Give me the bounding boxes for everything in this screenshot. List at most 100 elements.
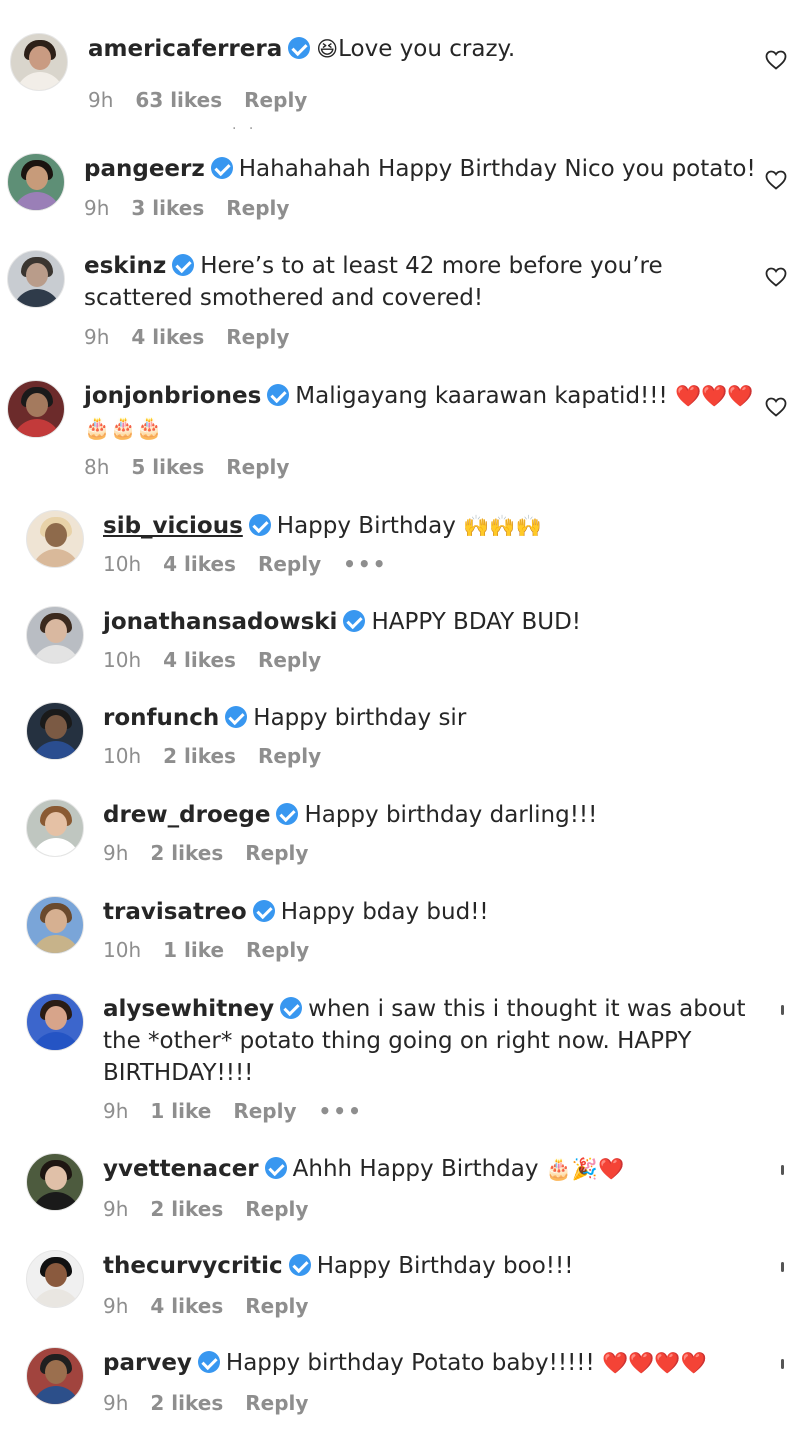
- comment-body: eskinz Here’s to at least 42 more before …: [84, 250, 754, 314]
- avatar[interactable]: [7, 250, 65, 308]
- reply-button[interactable]: Reply: [258, 552, 321, 576]
- verified-badge-icon: [172, 254, 195, 276]
- emoji: ❤️❤️❤️❤️: [602, 1351, 707, 1375]
- comment-body: travisatreo Happy bday bud!!: [103, 896, 773, 928]
- comment-body: pangeerz Hahahahah Happy Birthday Nico yo…: [84, 153, 764, 185]
- avatar[interactable]: [26, 1250, 84, 1308]
- verified-badge-icon: [210, 157, 233, 179]
- comment-meta: 9h 2 likes Reply: [103, 1391, 330, 1415]
- comment-text: Here’s to at least 42 more before you’re…: [84, 253, 663, 311]
- likes-count[interactable]: 1 like: [150, 1099, 211, 1123]
- likes-count[interactable]: 63 likes: [135, 88, 222, 112]
- likes-count[interactable]: 4 likes: [163, 648, 236, 672]
- likes-count[interactable]: 1 like: [163, 938, 224, 962]
- comment-body: jonathansadowski HAPPY BDAY BUD!: [103, 606, 773, 638]
- likes-count[interactable]: 2 likes: [150, 1391, 223, 1415]
- username-link[interactable]: jonathansadowski: [103, 609, 337, 635]
- likes-count[interactable]: 3 likes: [131, 196, 204, 220]
- username-link[interactable]: ronfunch: [103, 705, 219, 731]
- comment-meta: 10h 1 like Reply: [103, 938, 331, 962]
- avatar[interactable]: [26, 510, 84, 568]
- like-heart-icon[interactable]: [764, 168, 788, 192]
- comment-body: thecurvycritic Happy Birthday boo!!!: [103, 1250, 773, 1282]
- comment-meta: 9h 3 likes Reply: [84, 196, 311, 220]
- reply-button[interactable]: Reply: [244, 88, 307, 112]
- overflow-indicator-icon: [781, 1165, 784, 1175]
- reply-button[interactable]: Reply: [245, 1391, 308, 1415]
- reply-button[interactable]: Reply: [226, 196, 289, 220]
- timestamp: 9h: [103, 841, 129, 865]
- comment-meta: 10h 4 likes Reply •••: [103, 552, 410, 576]
- timestamp: 9h: [103, 1099, 129, 1123]
- comment-body: yvettenacer Ahhh Happy Birthday 🎂🎉❤️: [103, 1153, 773, 1185]
- reply-button[interactable]: Reply: [226, 325, 289, 349]
- comment-text: Ahhh Happy Birthday: [292, 1156, 539, 1182]
- username-link[interactable]: americaferrera: [88, 36, 282, 62]
- comment-text: Happy birthday sir: [253, 705, 467, 731]
- comment-meta: 9h 4 likes Reply: [84, 325, 311, 349]
- overflow-indicator-icon: [781, 1005, 784, 1015]
- reply-button[interactable]: Reply: [258, 648, 321, 672]
- reply-button[interactable]: Reply: [245, 1294, 308, 1318]
- comment-body: americaferrera 😆Love you crazy.: [88, 33, 748, 65]
- username-link[interactable]: eskinz: [84, 253, 166, 279]
- comment-text: Happy birthday darling!!!: [304, 802, 598, 828]
- avatar[interactable]: [26, 896, 84, 954]
- likes-count[interactable]: 5 likes: [131, 455, 204, 479]
- comment-text: Maligayang kaarawan kapatid!!!: [295, 383, 668, 409]
- comment-text: HAPPY BDAY BUD!: [371, 609, 581, 635]
- likes-count[interactable]: 4 likes: [150, 1294, 223, 1318]
- comment-meta: 9h 63 likes Reply: [88, 88, 329, 112]
- like-heart-icon[interactable]: [764, 395, 788, 419]
- reply-button[interactable]: Reply: [246, 938, 309, 962]
- like-heart-icon[interactable]: [764, 265, 788, 289]
- comment-text: Happy birthday Potato baby!!!!!: [225, 1350, 595, 1376]
- reply-button[interactable]: Reply: [226, 455, 289, 479]
- reply-button[interactable]: Reply: [258, 744, 321, 768]
- avatar[interactable]: [26, 799, 84, 857]
- reply-button[interactable]: Reply: [233, 1099, 296, 1123]
- comment-body: parvey Happy birthday Potato baby!!!!! ❤️…: [103, 1347, 773, 1379]
- more-options-button[interactable]: •••: [343, 552, 387, 576]
- comment-meta: 9h 1 like Reply •••: [103, 1099, 385, 1123]
- likes-count[interactable]: 2 likes: [163, 744, 236, 768]
- comment-meta: 9h 2 likes Reply: [103, 1197, 330, 1221]
- avatar[interactable]: [7, 380, 65, 438]
- comment-meta: 10h 4 likes Reply: [103, 648, 343, 672]
- reply-button[interactable]: Reply: [245, 841, 308, 865]
- username-link[interactable]: jonjonbriones: [84, 383, 261, 409]
- likes-count[interactable]: 4 likes: [131, 325, 204, 349]
- likes-count[interactable]: 4 likes: [163, 552, 236, 576]
- username-link[interactable]: thecurvycritic: [103, 1253, 283, 1279]
- verified-badge-icon: [288, 37, 311, 59]
- username-link[interactable]: travisatreo: [103, 899, 247, 925]
- comment-meta: 8h 5 likes Reply: [84, 455, 311, 479]
- comment-text: Hahahahah Happy Birthday Nico you potato…: [238, 156, 756, 182]
- username-link[interactable]: sib_vicious: [103, 513, 243, 539]
- faint-marker: . .: [232, 117, 258, 133]
- more-options-button[interactable]: •••: [319, 1099, 363, 1123]
- comment-body: alysewhitney when i saw this i thought it…: [103, 993, 763, 1089]
- avatar[interactable]: [26, 1347, 84, 1405]
- avatar[interactable]: [26, 606, 84, 664]
- username-link[interactable]: parvey: [103, 1350, 192, 1376]
- avatar[interactable]: [10, 33, 68, 91]
- timestamp: 9h: [103, 1197, 129, 1221]
- verified-badge-icon: [264, 1157, 287, 1179]
- emoji: 🎂🎉❤️: [545, 1157, 625, 1181]
- username-link[interactable]: drew_droege: [103, 802, 270, 828]
- likes-count[interactable]: 2 likes: [150, 1197, 223, 1221]
- username-link[interactable]: pangeerz: [84, 156, 205, 182]
- username-link[interactable]: alysewhitney: [103, 996, 274, 1022]
- timestamp: 9h: [103, 1294, 129, 1318]
- likes-count[interactable]: 2 likes: [150, 841, 223, 865]
- like-heart-icon[interactable]: [764, 48, 788, 72]
- timestamp: 9h: [103, 1391, 129, 1415]
- reply-button[interactable]: Reply: [245, 1197, 308, 1221]
- comment-body: ronfunch Happy birthday sir: [103, 702, 773, 734]
- avatar[interactable]: [7, 153, 65, 211]
- avatar[interactable]: [26, 993, 84, 1051]
- avatar[interactable]: [26, 702, 84, 760]
- avatar[interactable]: [26, 1153, 84, 1211]
- username-link[interactable]: yvettenacer: [103, 1156, 259, 1182]
